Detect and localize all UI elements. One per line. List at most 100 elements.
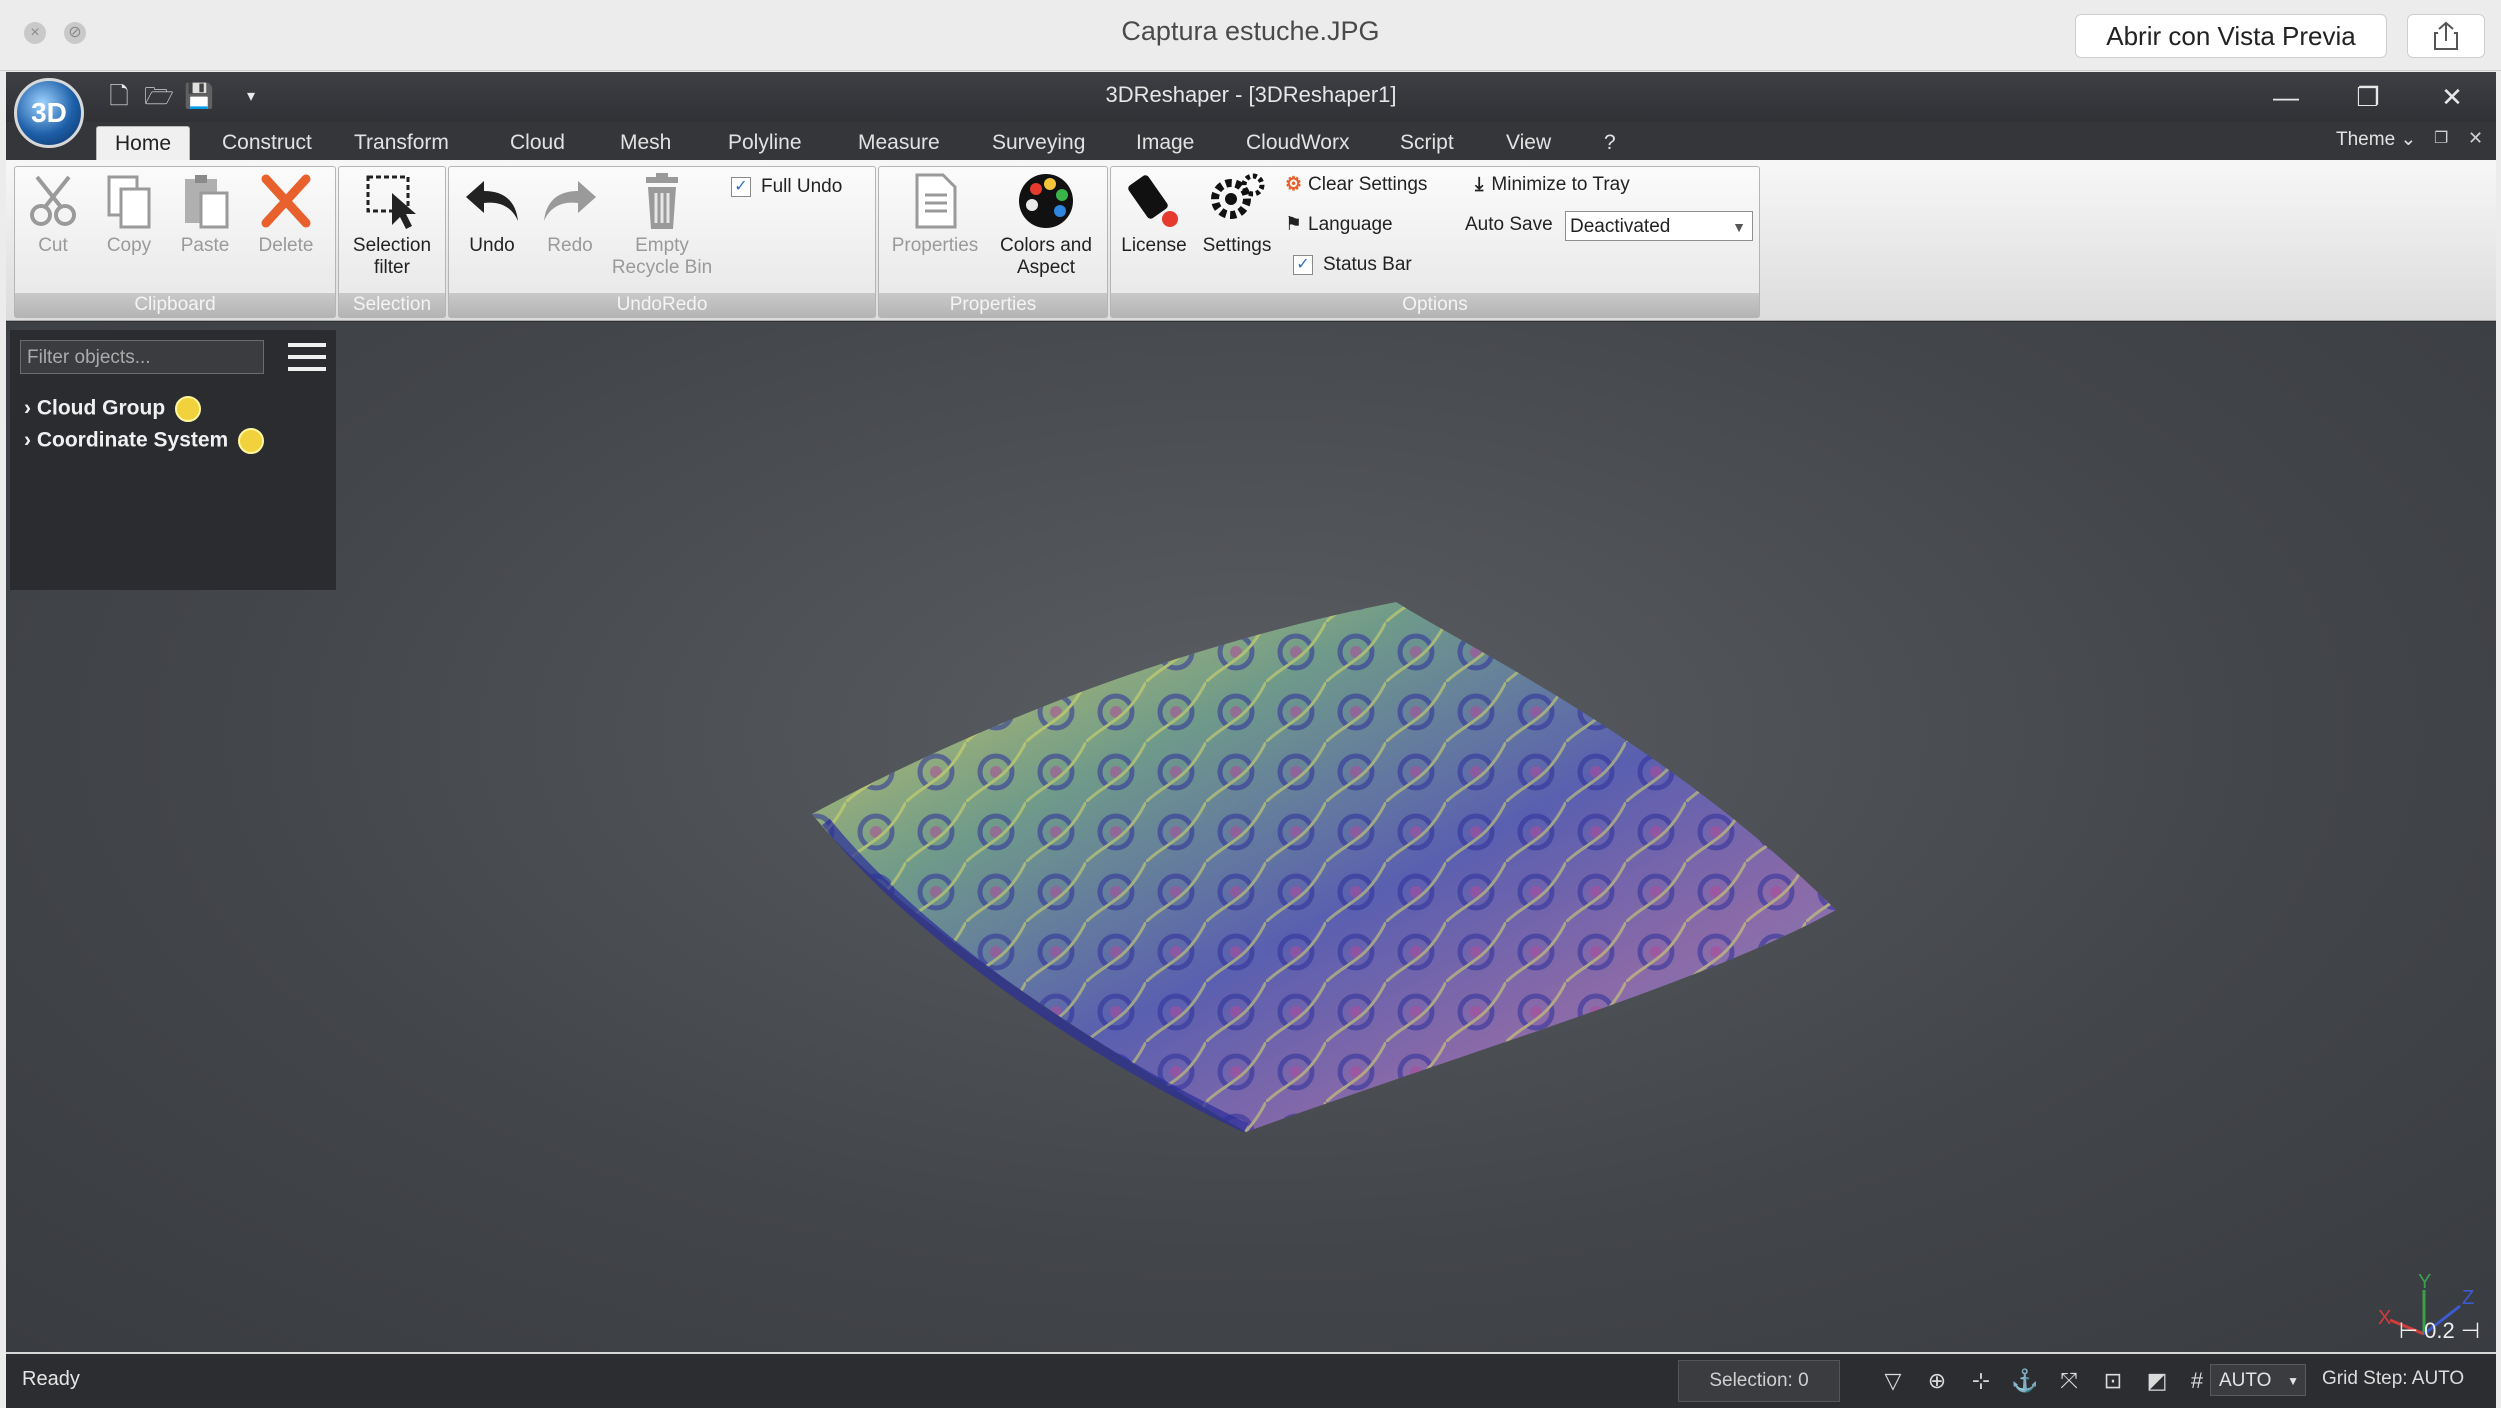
tab-transform[interactable]: Transform: [336, 126, 467, 160]
document-icon: [915, 173, 957, 229]
dropdown-arrow-icon: ▼: [1732, 219, 1746, 235]
window-title: 3DReshaper - [3DReshaper1]: [1105, 82, 1397, 107]
status-bar: Ready Selection: 0 ▽ ⊕ ⊹ ⚓ ⤧ ⊡ ◩ # AUTO …: [6, 1352, 2496, 1408]
empty-label-2: Recycle Bin: [611, 257, 713, 278]
grid-auto-select[interactable]: AUTO ▼: [2210, 1364, 2306, 1396]
tree-item-cloud-group[interactable]: › Cloud Group: [24, 396, 202, 422]
tab-surveying[interactable]: Surveying: [974, 126, 1103, 160]
auto-save-select[interactable]: Deactivated ▼: [1565, 211, 1753, 241]
filter-funnel-icon[interactable]: ▽: [1878, 1366, 1908, 1396]
restore-icon[interactable]: ❐: [2348, 80, 2388, 114]
lock-icon[interactable]: ⊡: [2098, 1366, 2128, 1396]
selection-group: Selection filter Selection: [338, 166, 446, 318]
tab-help[interactable]: ?: [1586, 126, 1634, 160]
paste-icon: [185, 175, 229, 229]
colors-label-1: Colors and: [1000, 235, 1092, 256]
share-icon: [2434, 21, 2458, 50]
status-bar-checkbox[interactable]: ✓ Status Bar: [1293, 249, 1412, 281]
cut-button[interactable]: Cut: [23, 171, 83, 257]
delete-button[interactable]: Delete: [251, 171, 321, 257]
tab-home[interactable]: Home: [96, 126, 191, 161]
clipboard-group: Cut Copy Paste Delete Clipboard: [14, 166, 336, 318]
close-icon[interactable]: ✕: [2432, 80, 2472, 114]
empty-label-1: Empty: [635, 235, 689, 256]
license-label: License: [1121, 235, 1187, 256]
selection-filter-label-1: Selection: [352, 235, 432, 256]
anchor-icon[interactable]: ⚓: [2010, 1366, 2040, 1396]
language-label: Language: [1308, 214, 1393, 235]
trash-icon: [646, 173, 678, 229]
redo-arrow-icon: [544, 181, 596, 221]
flag-icon: ⚑: [1285, 214, 1303, 235]
redo-button[interactable]: Redo: [535, 171, 605, 257]
gears-icon: [1211, 173, 1265, 219]
snap-icon[interactable]: ⊹: [1966, 1366, 1996, 1396]
clip-icon[interactable]: ◩: [2142, 1366, 2172, 1396]
grid-icon[interactable]: #: [2182, 1366, 2212, 1396]
copy-button[interactable]: Copy: [99, 171, 159, 257]
full-undo-checkbox[interactable]: ✓ Full Undo: [731, 171, 842, 203]
ribbon-close-icon[interactable]: ✕: [2468, 128, 2483, 149]
settings-button[interactable]: Settings: [1195, 171, 1279, 257]
paste-button[interactable]: Paste: [175, 171, 235, 257]
tab-construct[interactable]: Construct: [204, 126, 330, 160]
tray-arrow-icon: ⤓: [1475, 174, 1484, 195]
dropdown-arrow-icon: ▼: [2287, 1374, 2299, 1388]
axis-x-label: X: [2378, 1307, 2391, 1329]
lightbulb-icon[interactable]: [175, 396, 202, 422]
auto-save-label: Auto Save: [1465, 214, 1553, 235]
tree-item-label: Cloud Group: [36, 396, 166, 420]
language-button[interactable]: ⚑ Language: [1285, 209, 1393, 241]
license-button[interactable]: License: [1115, 171, 1193, 257]
3d-viewport[interactable]: Filter objects... › Cloud Group › Coordi…: [6, 322, 2496, 1352]
chevron-right-icon[interactable]: ›: [24, 397, 31, 420]
chevron-right-icon[interactable]: ›: [24, 429, 31, 452]
clear-settings-icon: ⚙: [1285, 174, 1303, 195]
empty-recycle-bin-button[interactable]: Empty Recycle Bin: [607, 171, 717, 279]
app-logo[interactable]: 3D: [14, 78, 84, 148]
clear-settings-label: Clear Settings: [1308, 174, 1428, 195]
lightbulb-icon[interactable]: [238, 428, 265, 454]
open-with-preview-button[interactable]: Abrir con Vista Previa: [2075, 14, 2387, 58]
minimize-icon[interactable]: —: [2266, 80, 2306, 114]
tree-item-coordinate-system[interactable]: › Coordinate System: [24, 428, 265, 454]
colors-aspect-button[interactable]: Colors and Aspect: [989, 171, 1103, 279]
selection-cursor-icon: [366, 175, 416, 229]
selection-filter-label-2: filter: [374, 257, 410, 278]
copy-icon: [107, 175, 151, 229]
delete-label: Delete: [258, 235, 314, 256]
status-bar-check-icon: ✓: [1293, 254, 1313, 275]
grid-step-label: Grid Step: AUTO: [2322, 1368, 2465, 1389]
minimize-tray-label: Minimize to Tray: [1491, 174, 1630, 195]
hamburger-menu-icon[interactable]: [286, 340, 328, 374]
properties-group: Properties Colors and Aspect Properties: [878, 166, 1108, 318]
scale-indicator: ⊢ 0.2 ⊣: [2398, 1318, 2480, 1343]
tab-measure[interactable]: Measure: [840, 126, 958, 160]
minimize-to-tray-button[interactable]: ⤓ Minimize to Tray: [1475, 169, 1630, 201]
undo-button[interactable]: Undo: [457, 171, 527, 257]
selection-group-title: Selection: [339, 293, 445, 317]
zoom-icon[interactable]: ⊕: [1922, 1366, 1952, 1396]
tab-mesh[interactable]: Mesh: [602, 126, 689, 160]
selection-filter-button[interactable]: Selection filter: [345, 171, 439, 279]
clipboard-group-title: Clipboard: [15, 293, 335, 317]
tab-polyline[interactable]: Polyline: [710, 126, 820, 160]
filter-objects-input[interactable]: Filter objects...: [20, 340, 264, 374]
axis-icon[interactable]: ⤧: [2054, 1366, 2084, 1396]
tab-image[interactable]: Image: [1118, 126, 1212, 160]
axis-z-label: Z: [2462, 1287, 2474, 1309]
tab-script[interactable]: Script: [1382, 126, 1472, 160]
tree-item-label: Coordinate System: [36, 428, 229, 452]
properties-button[interactable]: Properties: [885, 171, 985, 257]
share-button[interactable]: [2407, 14, 2485, 58]
ribbon-restore-icon[interactable]: ❐: [2434, 128, 2448, 148]
options-group: License Settings ⚙ Clear Settings ⤓ Minimi…: [1110, 166, 1760, 318]
tab-view[interactable]: View: [1488, 126, 1569, 160]
colors-label-2: Aspect: [1016, 257, 1076, 278]
theme-menu[interactable]: Theme ⌄: [2336, 128, 2416, 151]
tab-cloud[interactable]: Cloud: [492, 126, 583, 160]
clear-settings-button[interactable]: ⚙ Clear Settings: [1285, 169, 1427, 201]
ribbon-tabs: Home Construct Transform Cloud Mesh Poly…: [6, 122, 2496, 161]
tab-cloudworx[interactable]: CloudWorx: [1228, 126, 1367, 160]
paste-label: Paste: [180, 235, 230, 256]
